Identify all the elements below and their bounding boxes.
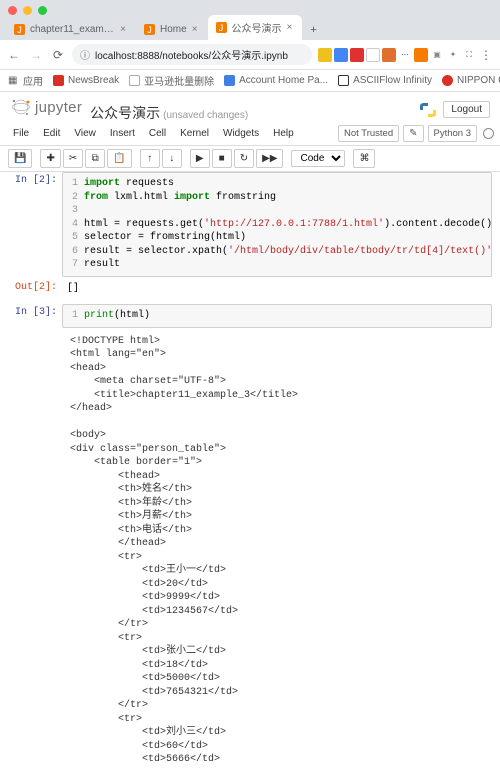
jupyter-logo-text: jupyter	[35, 99, 82, 116]
output-cell: <!DOCTYPE html> <html lang="en"> <head> …	[8, 332, 492, 770]
ext-icon[interactable]: ✦	[446, 48, 460, 62]
maximize-window[interactable]	[38, 6, 47, 15]
menu-insert[interactable]: Insert	[103, 125, 142, 145]
tab-label: 公众号演示	[232, 20, 282, 35]
tab-strip: J chapter11_example_3 × J Home × J 公众号演示…	[0, 15, 500, 40]
command-palette-button[interactable]: ⌘	[353, 149, 375, 168]
code-input[interactable]: 1import requests 2from lxml.html import …	[62, 172, 492, 277]
close-tab-icon[interactable]: ×	[287, 22, 293, 33]
jupyter-header: jupyter 公众号演示 (unsaved changes) Logout	[0, 92, 500, 123]
forward-button[interactable]: →	[28, 48, 44, 62]
trust-button[interactable]: Not Trusted	[338, 125, 399, 142]
notebook-area: In [2]: 1import requests 2from lxml.html…	[0, 172, 500, 772]
bookmark-item[interactable]: ASCIIFlow Infinity	[338, 75, 432, 86]
output-cell: Out[2]: []	[8, 279, 492, 299]
move-up-button[interactable]: ↑	[140, 149, 160, 168]
ext-icon[interactable]	[318, 48, 332, 62]
kernel-name[interactable]: Python 3	[428, 125, 478, 142]
url-bar[interactable]: ⓘ localhost:8888/notebooks/公众号演示.ipynb	[72, 44, 312, 65]
run-all-button[interactable]: ▶▶	[256, 149, 283, 168]
out-prompt-empty	[8, 332, 62, 770]
menu-kernel[interactable]: Kernel	[173, 125, 216, 145]
ext-icon[interactable]	[334, 48, 348, 62]
tab-0[interactable]: J chapter11_example_3 ×	[6, 19, 136, 40]
save-button[interactable]: 💾	[8, 149, 32, 168]
tab-1[interactable]: J Home ×	[136, 19, 208, 40]
bookmark-item[interactable]: NIPPON COLORS...	[442, 75, 500, 86]
in-prompt: In [3]:	[8, 304, 62, 328]
menu-edit[interactable]: Edit	[36, 125, 67, 145]
bookmark-item[interactable]: 亚马逊批量删除	[129, 73, 214, 88]
reload-button[interactable]: ⟳	[50, 48, 66, 62]
add-cell-button[interactable]: ✚	[40, 149, 60, 168]
tab-2-active[interactable]: J 公众号演示 ×	[208, 15, 303, 40]
jupyter-favicon: J	[144, 24, 155, 35]
menu-help[interactable]: Help	[266, 125, 301, 145]
bookmark-item[interactable]: NewsBreak	[53, 75, 119, 86]
copy-button[interactable]: ⧉	[85, 149, 105, 168]
logout-button[interactable]: Logout	[443, 101, 490, 118]
ext-icon[interactable]	[350, 48, 364, 62]
menu-file[interactable]: File	[6, 125, 36, 145]
extensions-row: ⋯ ▣ ✦ ⛶ ⋮	[318, 48, 494, 62]
ext-icon[interactable]: ⋯	[398, 48, 412, 62]
back-button[interactable]: ←	[6, 48, 22, 62]
jupyter-favicon: J	[216, 22, 227, 33]
edit-icon[interactable]: ✎	[403, 125, 423, 142]
tab-label: chapter11_example_3	[30, 24, 115, 35]
output-text: []	[62, 279, 492, 299]
notebook-name[interactable]: 公众号演示	[90, 103, 160, 123]
minimize-window[interactable]	[23, 6, 32, 15]
kernel-indicator-icon	[483, 128, 494, 139]
url-text: localhost:8888/notebooks/公众号演示.ipynb	[95, 47, 288, 62]
menu-widgets[interactable]: Widgets	[216, 125, 266, 145]
code-cell[interactable]: In [3]: 1print(html)	[8, 304, 492, 328]
in-prompt: In [2]:	[8, 172, 62, 277]
new-tab-button[interactable]: +	[302, 20, 324, 40]
close-window[interactable]	[8, 6, 17, 15]
stdout-output: <!DOCTYPE html> <html lang="en"> <head> …	[62, 332, 492, 770]
celltype-select[interactable]: Code	[291, 150, 345, 167]
site-info-icon[interactable]: ⓘ	[80, 47, 90, 62]
code-cell[interactable]: In [2]: 1import requests 2from lxml.html…	[8, 172, 492, 277]
ext-icon[interactable]	[382, 48, 396, 62]
menu-cell[interactable]: Cell	[142, 125, 173, 145]
notebook-status: (unsaved changes)	[163, 110, 248, 121]
apps-button[interactable]: ▦应用	[8, 73, 43, 88]
ext-icon[interactable]	[366, 48, 380, 62]
python-logo-icon	[419, 101, 437, 119]
ext-icon[interactable]: ⛶	[462, 48, 476, 62]
jupyter-logo[interactable]: jupyter	[10, 96, 82, 118]
move-down-button[interactable]: ↓	[162, 149, 182, 168]
browser-chrome: J chapter11_example_3 × J Home × J 公众号演示…	[0, 0, 500, 40]
code-input[interactable]: 1print(html)	[62, 304, 492, 328]
address-bar-row: ← → ⟳ ⓘ localhost:8888/notebooks/公众号演示.i…	[0, 40, 500, 70]
bookmark-item[interactable]: Account Home Pa...	[224, 75, 328, 86]
close-tab-icon[interactable]: ×	[192, 24, 198, 35]
menu-bar: File Edit View Insert Cell Kernel Widget…	[0, 123, 500, 146]
paste-button[interactable]: 📋	[107, 149, 131, 168]
restart-button[interactable]: ↻	[234, 149, 254, 168]
close-tab-icon[interactable]: ×	[120, 24, 126, 35]
cut-button[interactable]: ✂	[63, 149, 83, 168]
run-button[interactable]: ▶	[190, 149, 210, 168]
menu-icon[interactable]: ⋮	[478, 48, 494, 62]
ext-icon[interactable]	[414, 48, 428, 62]
ext-icon[interactable]: ▣	[430, 48, 444, 62]
toolbar: 💾 ✚ ✂ ⧉ 📋 ↑ ↓ ▶ ■ ↻ ▶▶ Code ⌘	[0, 146, 500, 172]
jupyter-logo-icon	[10, 96, 32, 118]
jupyter-favicon: J	[14, 24, 25, 35]
stop-button[interactable]: ■	[212, 149, 232, 168]
bookmarks-bar: ▦应用 NewsBreak 亚马逊批量删除 Account Home Pa...…	[0, 70, 500, 92]
out-prompt: Out[2]:	[8, 279, 62, 299]
window-controls	[0, 0, 500, 15]
menu-view[interactable]: View	[67, 125, 103, 145]
tab-label: Home	[160, 24, 187, 35]
